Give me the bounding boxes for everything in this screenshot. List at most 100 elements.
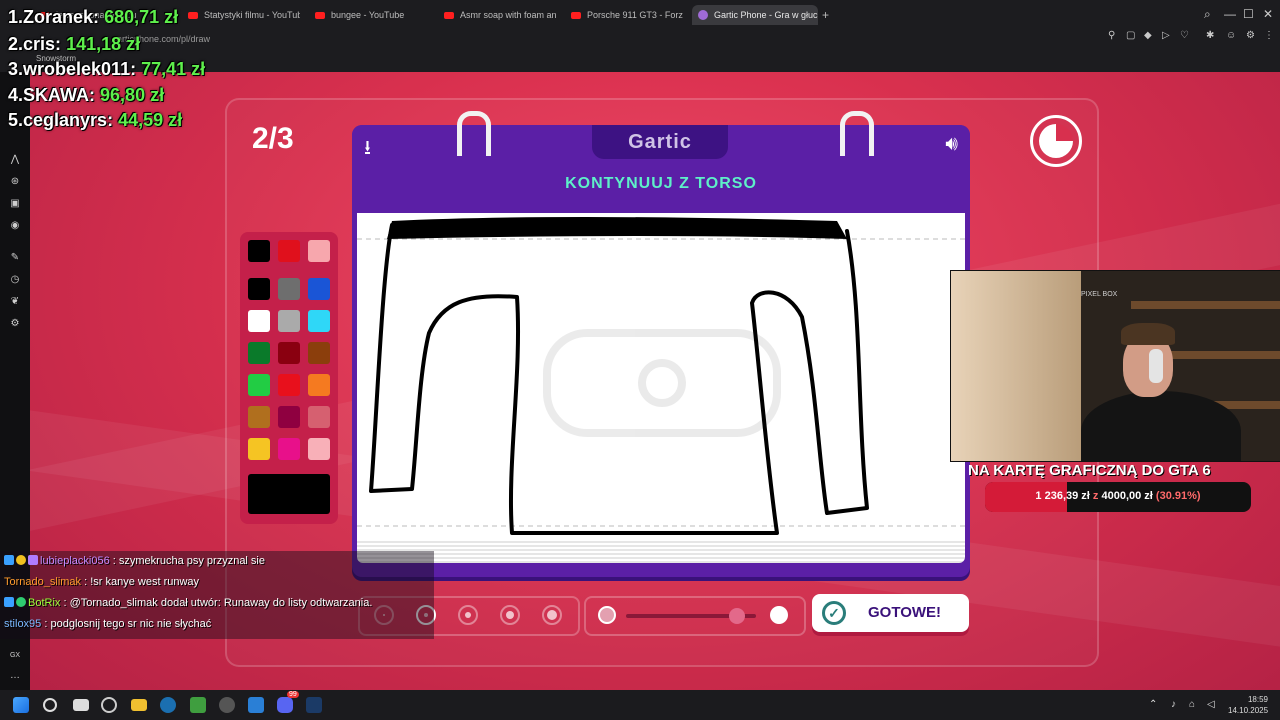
volume-icon[interactable]: 🔊︎ xyxy=(945,133,958,156)
opacity-slider[interactable] xyxy=(584,596,806,636)
goal-progress-bar: 1 236,39 zł z 4000,00 zł (30.91%) xyxy=(985,482,1251,512)
microphone-icon[interactable]: ♪ xyxy=(1171,699,1176,710)
color-swatch[interactable] xyxy=(278,278,300,300)
minimize-icon[interactable]: — xyxy=(1224,7,1236,21)
download-icon[interactable]: ⭳ xyxy=(364,133,371,167)
system-clock[interactable]: 18:59 14.10.2025 xyxy=(1228,694,1268,716)
color-swatch[interactable] xyxy=(308,438,330,460)
done-button[interactable]: ✓ GOTOWE! xyxy=(812,594,969,632)
brush-size-option[interactable] xyxy=(458,605,478,625)
gx-icon[interactable]: GX xyxy=(9,650,21,662)
xbox-icon[interactable] xyxy=(190,697,206,713)
chevron-up-icon[interactable]: ⌃ xyxy=(1149,699,1157,710)
streamer-body xyxy=(1081,391,1241,461)
maximize-icon[interactable]: ☐ xyxy=(1243,7,1254,21)
tab-2[interactable]: Statystyki filmu - YouTube xyxy=(188,5,300,25)
play-icon[interactable]: ▷ xyxy=(1162,30,1170,41)
clock-icon[interactable]: ◷ xyxy=(9,274,21,286)
color-swatch[interactable] xyxy=(248,406,270,428)
obs-icon[interactable] xyxy=(219,697,235,713)
opacity-handle[interactable] xyxy=(728,608,745,624)
extension-icon[interactable]: ⚲ xyxy=(1108,30,1115,41)
gear-icon[interactable]: ⚙ xyxy=(9,318,21,330)
tab-gartic-phone[interactable]: Gartic Phone - Gra w głuc xyxy=(692,5,818,25)
screenshot-icon[interactable]: ▢ xyxy=(1126,30,1135,41)
leaderboard-row-1: 1.Zoranek: 680,71 zł xyxy=(8,7,179,27)
check-icon: ✓ xyxy=(822,601,846,625)
color-swatch[interactable] xyxy=(278,342,300,364)
timer-icon xyxy=(1030,115,1082,167)
opacity-preview-icon xyxy=(598,606,616,624)
network-icon[interactable]: ⌂ xyxy=(1189,699,1195,710)
window-light xyxy=(951,271,1081,461)
shield-icon[interactable]: ◆ xyxy=(1144,30,1152,41)
color-swatch[interactable] xyxy=(248,374,270,396)
timer-progress xyxy=(1039,124,1073,158)
youtube-icon xyxy=(571,11,581,19)
color-swatch[interactable] xyxy=(278,374,300,396)
leaderboard-row-2: 2.cris: 141,18 zł xyxy=(8,34,141,54)
brush-size-option[interactable] xyxy=(542,605,562,625)
drawing-canvas[interactable] xyxy=(357,213,965,541)
search-icon[interactable] xyxy=(43,698,57,712)
chatgpt-icon[interactable]: ⊛ xyxy=(9,176,21,188)
messenger-icon[interactable]: ◉ xyxy=(9,220,21,232)
steam-icon[interactable] xyxy=(160,697,176,713)
leaderboard-row-3: 3.wrobelek011: 77,41 zł xyxy=(8,59,206,79)
chat-message: stilox95 : podglosnij tego sr nic nie sł… xyxy=(4,618,212,630)
stream-chat: lubieplacki056 : szymekrucha psy przyzna… xyxy=(0,551,434,639)
drawing-strokes xyxy=(357,217,965,535)
heart-icon[interactable]: ♡ xyxy=(1180,30,1189,41)
tab-5[interactable]: Porsche 911 GT3 - Forza xyxy=(571,5,683,25)
color-palette xyxy=(240,232,338,524)
color-swatch[interactable] xyxy=(248,438,270,460)
opera-gx-icon[interactable] xyxy=(101,697,117,713)
color-swatch[interactable] xyxy=(308,310,330,332)
color-swatch[interactable] xyxy=(248,278,270,300)
color-swatch[interactable] xyxy=(278,438,300,460)
streamer-hair xyxy=(1121,323,1175,345)
discord-icon[interactable]: 99 xyxy=(277,691,299,713)
color-swatch[interactable] xyxy=(278,406,300,428)
arc-icon[interactable]: ⋀ xyxy=(9,154,21,166)
color-swatch[interactable] xyxy=(248,240,270,262)
youtube-icon xyxy=(188,11,198,19)
search-tabs-icon[interactable]: ⌕ xyxy=(1204,7,1211,22)
notebook-header: Gartic ⭳ 🔊︎ KONTYNUUJ Z TORSO xyxy=(352,111,970,213)
color-swatch[interactable] xyxy=(278,310,300,332)
menu-icon[interactable]: ⋮ xyxy=(1264,30,1274,41)
color-swatch[interactable] xyxy=(248,310,270,332)
file-explorer-icon[interactable] xyxy=(131,699,147,711)
gartic-favicon xyxy=(698,10,708,20)
color-swatch[interactable] xyxy=(278,240,300,262)
chat-message: BotRix : @Tornado_slimak dodał utwór: Ru… xyxy=(4,597,372,609)
color-swatch[interactable] xyxy=(308,278,330,300)
color-swatch[interactable] xyxy=(308,374,330,396)
tab-4[interactable]: Asmr soap with foam and xyxy=(444,5,556,25)
more-icon[interactable]: … xyxy=(9,670,21,682)
pixel-box-sign: PIXEL BOX xyxy=(1081,291,1118,298)
steam-alt-icon[interactable] xyxy=(306,697,322,713)
youtube-icon xyxy=(444,11,454,19)
profile-icon[interactable]: ☺ xyxy=(1226,30,1236,41)
app-icon[interactable] xyxy=(248,697,264,713)
color-swatch[interactable] xyxy=(308,342,330,364)
windows-start-icon[interactable] xyxy=(13,697,29,713)
speaker-icon[interactable]: ◁ xyxy=(1207,699,1215,710)
settings-icon[interactable]: ⚙ xyxy=(1246,30,1255,41)
task-view-icon[interactable] xyxy=(73,699,89,711)
twitch-icon[interactable]: ▣ xyxy=(9,198,21,210)
color-swatch[interactable] xyxy=(308,240,330,262)
shelf xyxy=(1131,301,1280,309)
page-stack xyxy=(357,541,965,563)
bunny-icon[interactable]: ❦ xyxy=(9,296,21,308)
new-tab-icon[interactable]: + xyxy=(822,8,829,22)
headset xyxy=(1149,349,1163,383)
color-swatch[interactable] xyxy=(308,406,330,428)
brush-size-option[interactable] xyxy=(500,605,520,625)
puzzle-icon[interactable]: ✱ xyxy=(1206,30,1214,41)
tab-3[interactable]: bungee - YouTube xyxy=(315,5,425,25)
close-icon[interactable]: ✕ xyxy=(1263,7,1273,21)
color-swatch[interactable] xyxy=(248,342,270,364)
brush-icon[interactable]: ✎ xyxy=(9,252,21,264)
